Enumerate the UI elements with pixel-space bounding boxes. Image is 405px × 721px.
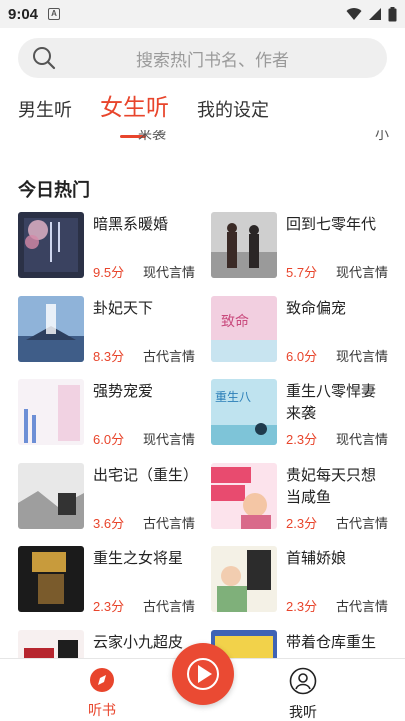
book-genre: 现代言情 [142,265,195,280]
book-genre: 现代言情 [335,349,388,364]
bottom-navigation: 听书 我听 [0,643,405,721]
book-cover: 重生八 [211,379,277,445]
svg-text:重生八: 重生八 [215,390,251,404]
peek-text-left: 来袭 [138,130,166,142]
book-cover [211,463,277,529]
book-item[interactable]: 暗黑系暖婚 9.5分 现代言情 [18,212,195,282]
search-bar[interactable]: 搜索热门书名、作者 [18,38,387,78]
book-title: 出宅记（重生） [93,467,199,484]
book-score: 3.6分 [93,516,125,531]
tab-female[interactable]: 女生听 [100,88,169,138]
book-title: 首辅娇娘 [286,550,347,567]
book-item[interactable]: 重生之女将星 2.3分 古代言情 [18,546,195,616]
compass-icon [90,668,114,692]
book-item[interactable]: 重生八 重生八零悍妻来袭 2.3分 现代言情 [211,379,388,449]
status-time: 9:04 [8,5,39,23]
book-cover [18,296,84,362]
book-item[interactable]: 卦妃天下 8.3分 古代言情 [18,296,195,366]
play-icon [187,658,219,690]
status-icons [346,6,397,22]
book-item[interactable]: 致命 致命偏宠 6.0分 现代言情 [211,296,388,366]
book-item[interactable]: 出宅记（重生） 3.6分 古代言情 [18,463,199,533]
user-icon [289,667,317,695]
peek-text-right: 小 [375,130,389,142]
book-score: 2.3分 [286,432,318,447]
book-score: 8.3分 [93,349,125,364]
book-genre: 古代言情 [142,349,195,364]
tab-my-settings[interactable]: 我的设定 [197,96,269,132]
book-score: 2.3分 [286,516,318,531]
book-genre: 现代言情 [335,265,388,280]
book-genre: 古代言情 [142,599,195,614]
book-genre: 古代言情 [335,516,388,531]
book-title: 贵妃每天只想当咸鱼 [286,467,377,506]
svg-text:致命: 致命 [221,313,249,330]
tab-female-label: 女生听 [100,94,169,120]
signal-icon [369,8,381,20]
book-title: 卦妃天下 [93,300,154,317]
book-title: 回到七零年代 [286,216,377,233]
book-cover [18,546,84,612]
book-score: 9.5分 [93,265,125,280]
book-cover [18,212,84,278]
book-score: 5.7分 [286,265,318,280]
section-title: 今日热门 [18,180,90,200]
book-title: 重生八零悍妻来袭 [286,383,377,422]
scrolled-content-peek: 来袭 小 [0,130,405,144]
book-genre: 古代言情 [142,516,195,531]
book-score: 6.0分 [286,349,318,364]
nav-books-label: 听书 [88,702,116,718]
play-button[interactable] [172,643,234,705]
book-cover: 致命 [211,296,277,362]
battery-icon [388,6,397,21]
search-placeholder: 搜索热门书名、作者 [136,50,289,70]
book-score: 6.0分 [93,432,125,447]
tab-male[interactable]: 男生听 [18,96,72,132]
book-cover [211,546,277,612]
book-score: 2.3分 [286,599,318,614]
book-cover [18,379,84,445]
book-title: 重生之女将星 [93,550,184,567]
book-title: 致命偏宠 [286,300,347,317]
book-cover [211,212,277,278]
book-item[interactable]: 回到七零年代 5.7分 现代言情 [211,212,388,282]
book-item[interactable]: 强势宠爱 6.0分 现代言情 [18,379,195,449]
book-title: 暗黑系暖婚 [93,216,169,233]
book-title: 带着仓库重生 [286,634,377,651]
category-tabs: 男生听 女生听 我的设定 [18,92,269,138]
status-bar: 9:04 A [0,0,405,28]
nav-me-label: 我听 [289,704,317,720]
book-genre: 古代言情 [335,599,388,614]
book-score: 2.3分 [93,599,125,614]
book-item[interactable]: 首辅娇娘 2.3分 古代言情 [211,546,388,616]
nav-me[interactable]: 我听 [273,667,333,721]
book-genre: 现代言情 [335,432,388,447]
nav-books[interactable]: 听书 [72,667,132,720]
book-cover [18,463,84,529]
book-genre: 现代言情 [142,432,195,447]
wifi-icon [346,8,362,20]
notification-icon: A [48,8,61,20]
book-title: 强势宠爱 [93,383,154,400]
book-item[interactable]: 贵妃每天只想当咸鱼 2.3分 古代言情 [211,463,388,533]
